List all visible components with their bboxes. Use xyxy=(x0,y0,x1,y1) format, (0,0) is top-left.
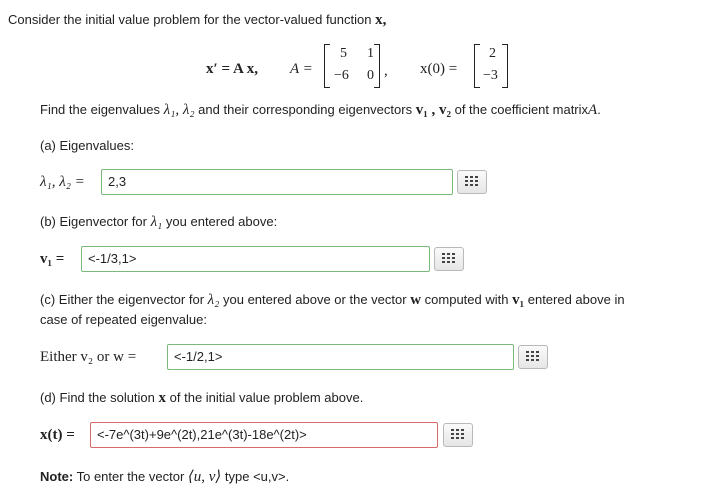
part-b-heading: (b) Eigenvector for λ₁ you entered above… xyxy=(40,214,278,230)
solution-input[interactable]: <-7e^(3t)+9e^(2t),21e^(3t)-18e^(2t)> xyxy=(90,422,438,448)
eigenvector-2-input[interactable]: <-1/2,1> xyxy=(167,344,514,370)
eigenvalues-label: λ₁, λ₂ = xyxy=(40,174,85,190)
part-a-heading: (a) Eigenvalues: xyxy=(40,138,134,153)
keypad-icon xyxy=(465,176,478,186)
matrix-a-label: A = xyxy=(290,61,313,77)
keypad-icon xyxy=(442,253,455,263)
right-bracket xyxy=(502,44,508,88)
comma: , xyxy=(384,63,388,79)
left-bracket xyxy=(474,44,480,88)
keypad-button[interactable] xyxy=(443,423,473,447)
keypad-icon xyxy=(451,429,464,439)
eigenvalues-input[interactable]: 2,3 xyxy=(101,169,453,195)
solution-label: x(t) = xyxy=(40,427,75,443)
keypad-button[interactable] xyxy=(518,345,548,369)
keypad-button[interactable] xyxy=(434,247,464,271)
eigenvector-1-input[interactable]: <-1/3,1> xyxy=(81,246,430,272)
keypad-button[interactable] xyxy=(457,170,487,194)
left-bracket xyxy=(324,44,330,88)
note-text: Note: To enter the vector ⟨u, v⟩ type <u… xyxy=(40,469,290,485)
eigenvector-2-label: Either v₂ or w = xyxy=(40,349,137,365)
part-c-heading: (c) Either the eigenvector for λ₂ you en… xyxy=(40,292,625,308)
part-d-heading: (d) Find the solution x of the initial v… xyxy=(40,390,364,406)
find-instruction: Find the eigenvalues λ₁, λ₂ and their co… xyxy=(40,102,601,118)
part-c-heading-continued: case of repeated eigenvalue: xyxy=(40,312,207,327)
ode-equation: x′ = A x, xyxy=(206,61,258,77)
eigenvector-1-label: v₁ = xyxy=(40,251,65,267)
intro-text: Consider the initial value problem for t… xyxy=(8,12,387,28)
right-bracket xyxy=(374,44,380,88)
initial-condition-label: x(0) = xyxy=(420,61,458,77)
keypad-icon xyxy=(526,351,539,361)
